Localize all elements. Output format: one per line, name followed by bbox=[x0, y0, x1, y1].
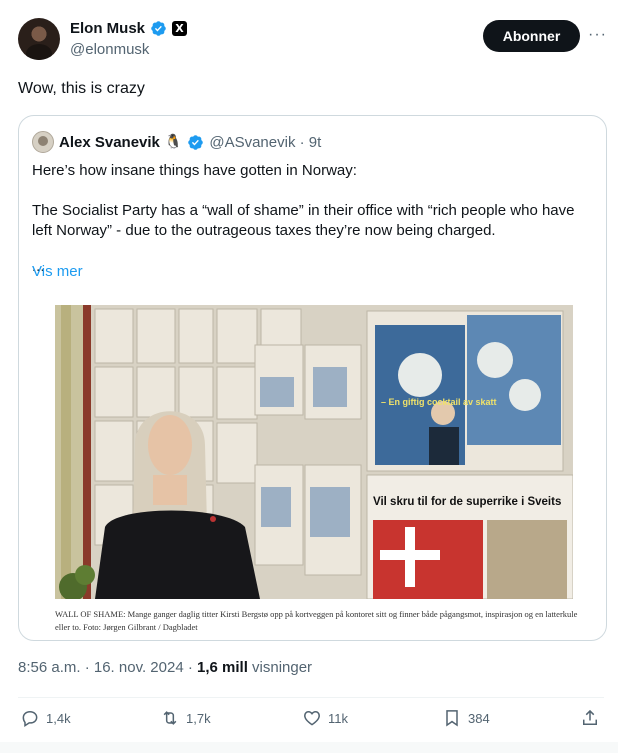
share-icon bbox=[583, 709, 597, 725]
reply-button[interactable]: 1,4k bbox=[20, 708, 71, 728]
show-more-link[interactable]: Vis mer bbox=[32, 263, 83, 280]
views-label: visninger bbox=[247, 659, 313, 676]
photo-headline-large: Vil skru til for de superrike i Sveits bbox=[373, 496, 561, 508]
repost-icon bbox=[163, 711, 177, 725]
like-count: 11k bbox=[328, 710, 348, 726]
quoted-tweet-body: Here’s how insane things have gotten in … bbox=[32, 161, 592, 275]
quoted-text-ellipsis: ... bbox=[32, 258, 45, 275]
photo-headline-small: – En giftig cocktail av skatt bbox=[381, 397, 497, 407]
like-button[interactable]: 11k bbox=[302, 708, 348, 728]
action-bar: 1,4k 1,7k 11k 384 bbox=[18, 708, 606, 732]
divider bbox=[18, 697, 604, 698]
tweet-text: Wow, this is crazy bbox=[18, 80, 145, 97]
repost-button[interactable]: 1,7k bbox=[160, 708, 211, 728]
quoted-author-avatar[interactable] bbox=[32, 131, 54, 153]
x-affiliation-icon: X bbox=[172, 21, 188, 36]
quoted-tweet-photo[interactable]: – En giftig cocktail av skatt Vil skru t… bbox=[55, 305, 573, 599]
tweet-timestamp: 8:56 a.m. · 16. nov. 2024 · 1,6 mill vis… bbox=[18, 659, 312, 676]
bookmark-button[interactable]: 384 bbox=[442, 708, 490, 728]
author-name[interactable]: Elon Musk bbox=[70, 20, 145, 37]
bookmark-count: 384 bbox=[468, 710, 490, 726]
more-options-icon[interactable]: ··· bbox=[588, 26, 607, 44]
author-handle[interactable]: @elonmusk bbox=[70, 41, 149, 58]
quoted-tweet-header: Alex Svanevik 🐧 @ASvanevik · 9t bbox=[32, 131, 321, 153]
follow-button[interactable]: Abonner bbox=[483, 20, 580, 52]
bottom-edge bbox=[0, 742, 618, 753]
repost-count: 1,7k bbox=[186, 710, 211, 726]
bookmark-icon bbox=[446, 710, 458, 727]
author-name-row: Elon Musk X bbox=[70, 20, 188, 37]
verified-badge-icon bbox=[187, 134, 204, 151]
photo-caption: WALL OF SHAME: Mange ganger daglig titte… bbox=[55, 609, 578, 632]
photo-illustration: – En giftig cocktail av skatt Vil skru t… bbox=[55, 305, 573, 599]
author-avatar[interactable] bbox=[18, 18, 60, 60]
quoted-author-handle-time[interactable]: @ASvanevik · 9t bbox=[209, 134, 321, 151]
reply-icon bbox=[22, 710, 38, 727]
quoted-tweet[interactable]: Alex Svanevik 🐧 @ASvanevik · 9t Here’s h… bbox=[18, 115, 607, 641]
views-count: 1,6 mill bbox=[197, 659, 248, 676]
heart-icon bbox=[304, 710, 320, 726]
penguin-emoji: 🐧 bbox=[164, 134, 183, 150]
quoted-text-line-2: The Socialist Party has a “wall of shame… bbox=[32, 202, 575, 239]
reply-count: 1,4k bbox=[46, 710, 71, 726]
share-button[interactable] bbox=[580, 708, 600, 728]
verified-badge-icon bbox=[150, 20, 167, 37]
quoted-author-name[interactable]: Alex Svanevik bbox=[59, 134, 160, 151]
timestamp-date[interactable]: 8:56 a.m. · 16. nov. 2024 · bbox=[18, 659, 197, 676]
quoted-text-line-1: Here’s how insane things have gotten in … bbox=[32, 162, 357, 179]
